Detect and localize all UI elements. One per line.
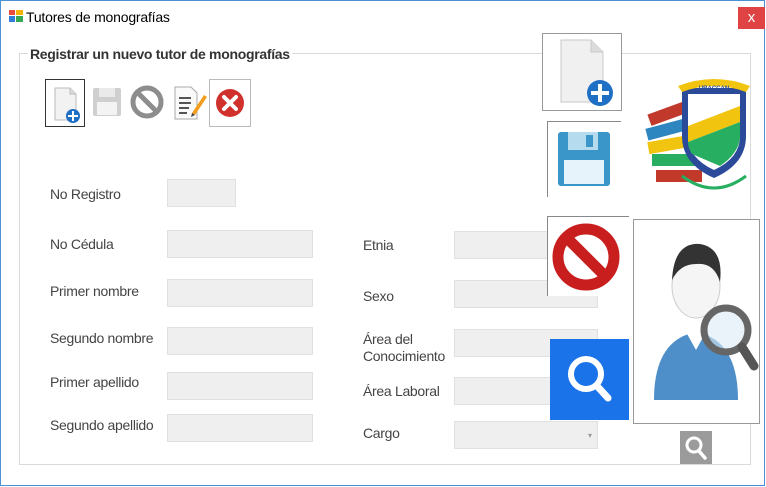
no-cedula-input[interactable] [167, 230, 313, 258]
photo-box [633, 219, 760, 424]
big-new-button[interactable] [542, 33, 622, 111]
area-laboral-label: Área Laboral [363, 383, 440, 399]
big-save-button[interactable] [547, 121, 621, 197]
cancel-icon [130, 85, 164, 119]
prohibited-icon [552, 223, 620, 291]
search-icon [568, 356, 612, 402]
area-conocimiento-label-line1: Área del [363, 331, 413, 347]
etnia-label: Etnia [363, 237, 394, 253]
window-title: Tutores de monografías [26, 9, 170, 25]
group-title: Registrar un nuevo tutor de monografías [28, 46, 292, 62]
new-icon [54, 87, 80, 123]
new-document-icon [560, 39, 613, 106]
uraccan-logo: URACCAN [642, 66, 758, 206]
cancel-button[interactable] [127, 79, 167, 127]
cargo-select[interactable]: ▾ [454, 421, 598, 449]
big-search-button[interactable] [550, 339, 629, 420]
chevron-down-icon: ▾ [587, 431, 592, 440]
no-registro-input[interactable] [167, 179, 236, 207]
primer-apellido-input[interactable] [167, 372, 313, 400]
primer-nombre-input[interactable] [167, 279, 313, 307]
sexo-label: Sexo [363, 288, 394, 304]
photo-search-button[interactable] [680, 431, 712, 464]
save-icon [93, 88, 121, 116]
segundo-nombre-label: Segundo nombre [50, 330, 154, 346]
delete-icon [216, 89, 244, 117]
logo-emblem-icon: URACCAN [645, 79, 750, 190]
app-icon [9, 10, 23, 22]
primer-nombre-label: Primer nombre [50, 283, 139, 299]
area-conocimiento-label-line2: Conocimiento [363, 348, 445, 364]
save-button[interactable] [87, 79, 127, 127]
close-icon: x [747, 9, 756, 26]
big-cancel-button[interactable] [547, 216, 629, 296]
title-bar: Tutores de monografías x [1, 1, 765, 31]
delete-button[interactable] [209, 79, 251, 127]
segundo-apellido-input[interactable] [167, 414, 313, 442]
main-window: Tutores de monografías x Registrar un nu… [0, 0, 765, 486]
edit-button[interactable] [167, 79, 207, 127]
search-icon [685, 436, 707, 460]
cargo-label: Cargo [363, 425, 400, 441]
no-cedula-label: No Cédula [50, 236, 114, 252]
user-search-icon [654, 243, 759, 400]
edit-icon [174, 86, 207, 120]
svg-text:URACCAN: URACCAN [699, 86, 729, 92]
no-registro-label: No Registro [50, 186, 121, 202]
close-window-button[interactable]: x [738, 7, 765, 29]
segundo-nombre-input[interactable] [167, 327, 313, 355]
primer-apellido-label: Primer apellido [50, 374, 139, 390]
floppy-disk-icon [558, 132, 610, 186]
new-button[interactable] [45, 79, 85, 127]
segundo-apellido-label: Segundo apellido [50, 417, 154, 433]
